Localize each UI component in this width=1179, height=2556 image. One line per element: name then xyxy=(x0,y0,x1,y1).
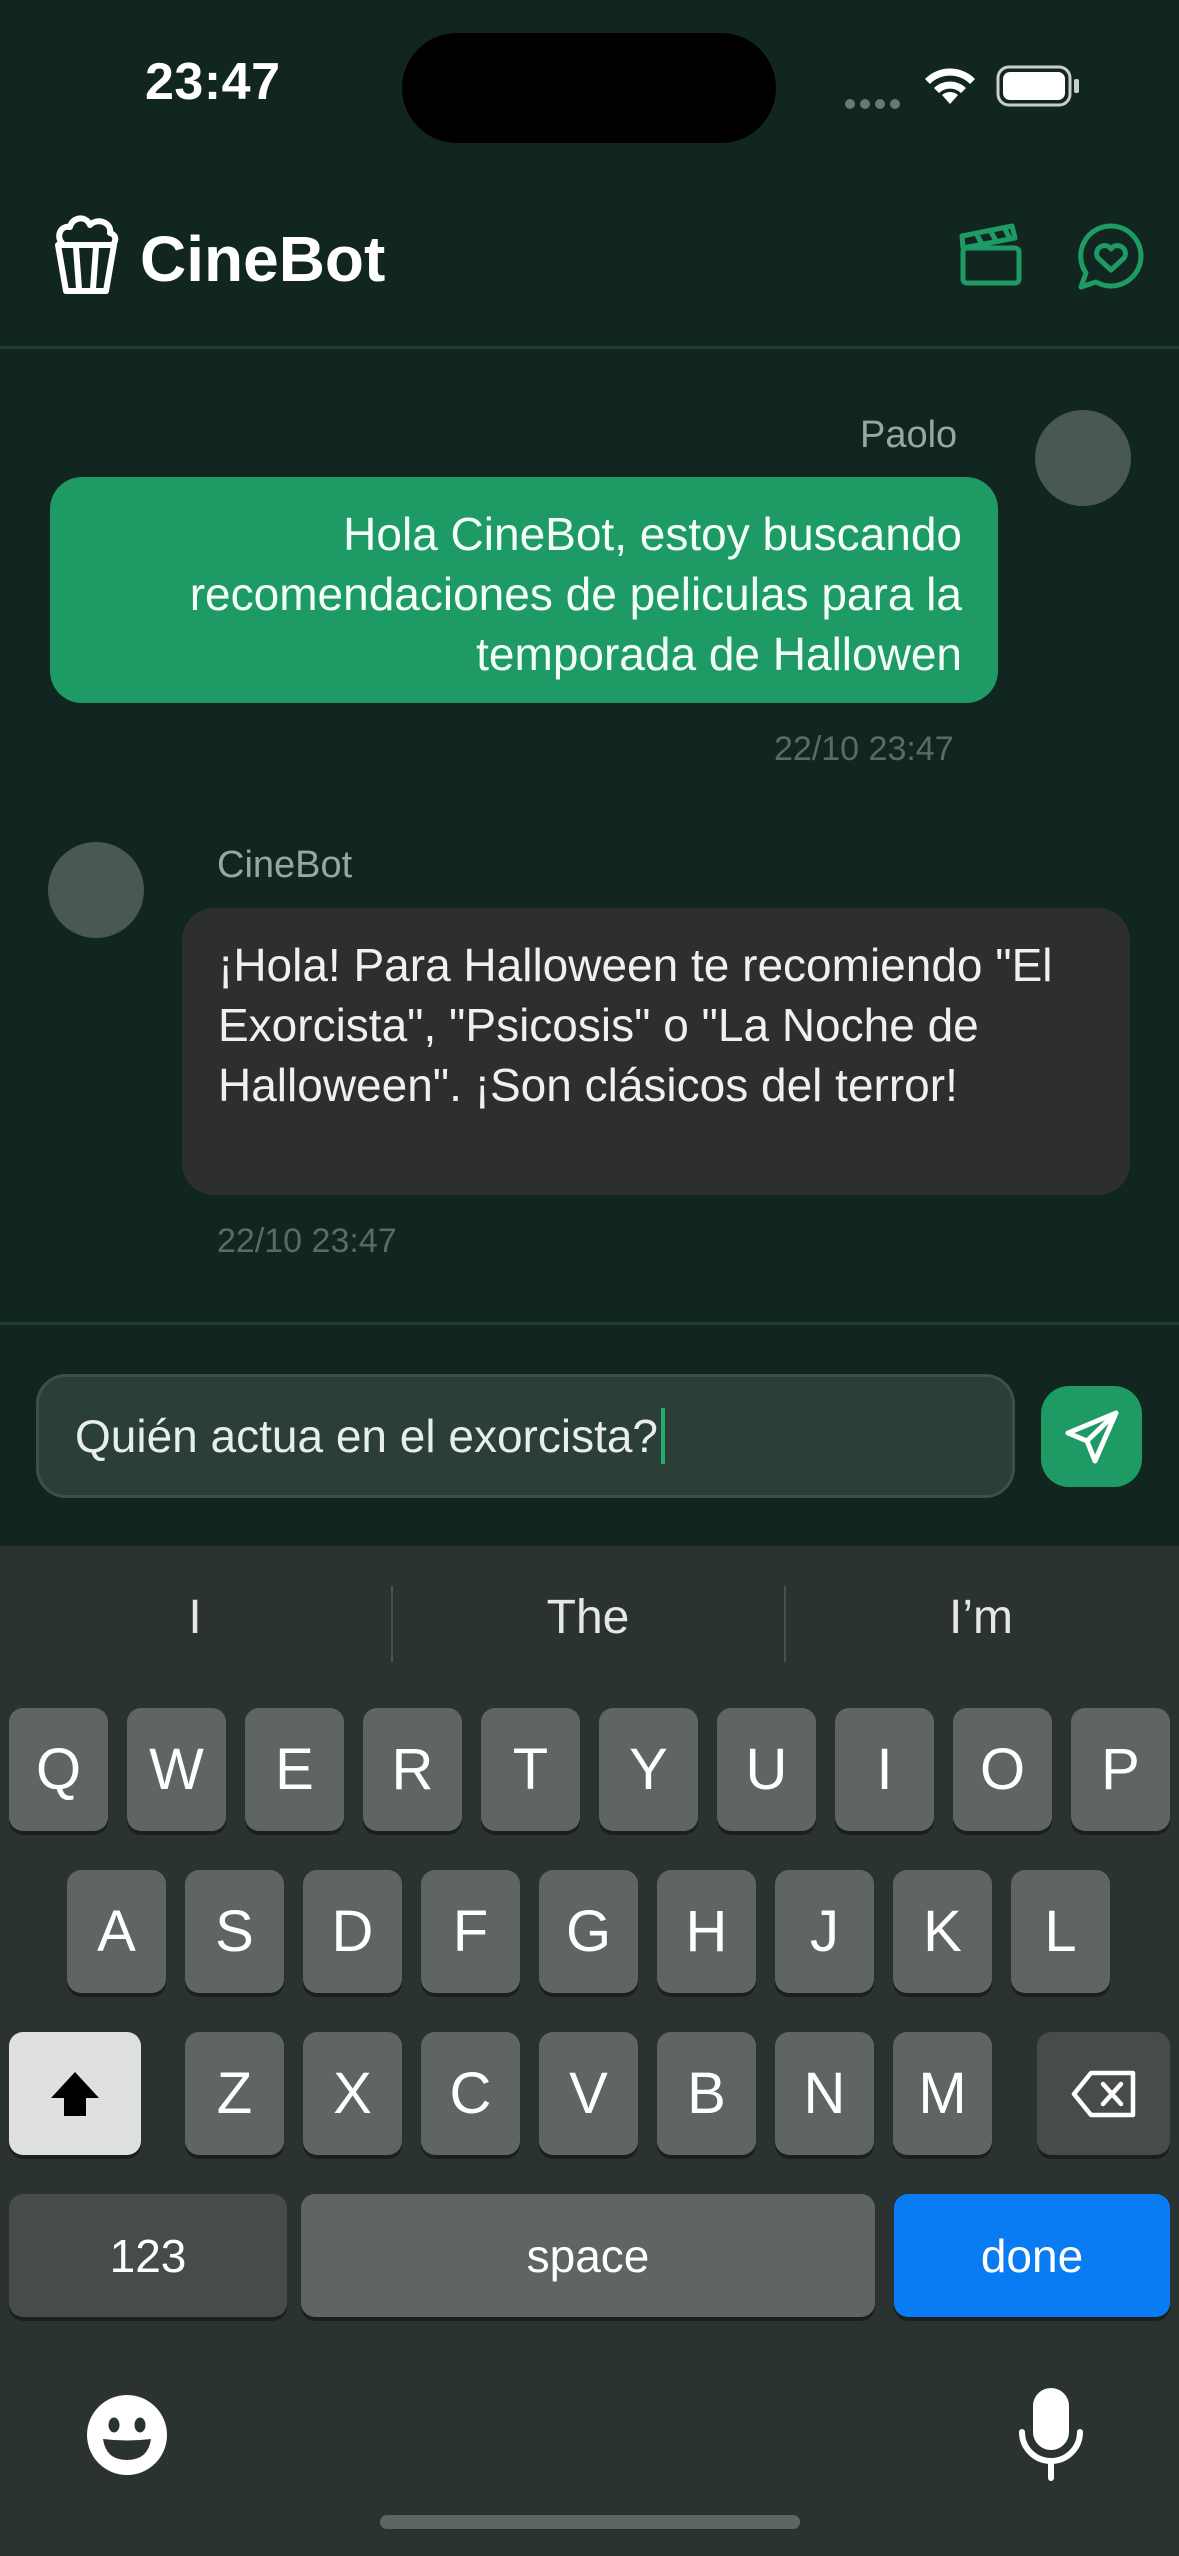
message-bubble-user: Hola CineBot, estoy buscando recomendaci… xyxy=(50,477,998,703)
send-icon xyxy=(1065,1410,1118,1463)
avatar-user xyxy=(1035,410,1131,506)
emoji-icon[interactable] xyxy=(86,2394,168,2481)
key-j[interactable]: J xyxy=(775,1870,874,1993)
key-c[interactable]: C xyxy=(421,2032,520,2155)
key-k[interactable]: K xyxy=(893,1870,992,1993)
composer-divider xyxy=(0,1322,1179,1325)
key-b[interactable]: B xyxy=(657,2032,756,2155)
chat-heart-icon[interactable] xyxy=(1076,222,1146,297)
key-a[interactable]: A xyxy=(67,1870,166,1993)
key-x[interactable]: X xyxy=(303,2032,402,2155)
shift-key[interactable] xyxy=(9,2032,141,2155)
key-u[interactable]: U xyxy=(717,1708,816,1831)
wifi-icon xyxy=(922,64,978,113)
key-s[interactable]: S xyxy=(185,1870,284,1993)
suggestion-2[interactable]: The xyxy=(393,1590,783,1645)
key-n[interactable]: N xyxy=(775,2032,874,2155)
key-y[interactable]: Y xyxy=(599,1708,698,1831)
send-button[interactable] xyxy=(1041,1386,1142,1487)
key-z[interactable]: Z xyxy=(185,2032,284,2155)
clapperboard-icon[interactable] xyxy=(958,222,1024,293)
key-w[interactable]: W xyxy=(127,1708,226,1831)
app-title: CineBot xyxy=(140,223,386,295)
key-l[interactable]: L xyxy=(1011,1870,1110,1993)
space-key[interactable]: space xyxy=(301,2194,875,2317)
message-timestamp-bot: 22/10 23:47 xyxy=(217,1222,397,1260)
key-i[interactable]: I xyxy=(835,1708,934,1831)
key-p[interactable]: P xyxy=(1071,1708,1170,1831)
cellular-signal-icon xyxy=(845,96,905,114)
key-g[interactable]: G xyxy=(539,1870,638,1993)
microphone-icon[interactable] xyxy=(1016,2388,1086,2487)
key-o[interactable]: O xyxy=(953,1708,1052,1831)
battery-icon xyxy=(996,64,1082,113)
key-h[interactable]: H xyxy=(657,1870,756,1993)
key-v[interactable]: V xyxy=(539,2032,638,2155)
backspace-key[interactable] xyxy=(1037,2032,1170,2155)
backspace-icon xyxy=(1071,2070,1135,2117)
key-m[interactable]: M xyxy=(893,2032,992,2155)
key-t[interactable]: T xyxy=(481,1708,580,1831)
message-sender-user: Paolo xyxy=(860,414,958,456)
numbers-key[interactable]: 123 xyxy=(9,2194,287,2317)
popcorn-icon xyxy=(52,215,120,300)
key-d[interactable]: D xyxy=(303,1870,402,1993)
text-caret xyxy=(661,1408,666,1464)
message-sender-bot: CineBot xyxy=(217,844,353,886)
suggestion-1[interactable]: I xyxy=(0,1590,390,1645)
key-q[interactable]: Q xyxy=(9,1708,108,1831)
done-key[interactable]: done xyxy=(894,2194,1170,2317)
home-indicator xyxy=(380,2515,800,2529)
key-f[interactable]: F xyxy=(421,1870,520,1993)
suggestion-3[interactable]: I’m xyxy=(786,1590,1176,1645)
avatar-bot xyxy=(48,842,144,938)
message-bubble-bot: ¡Hola! Para Halloween te recomiendo "El … xyxy=(182,908,1130,1195)
message-input-text: Quién actua en el exorcista? xyxy=(75,1410,659,1462)
status-time: 23:47 xyxy=(145,53,281,111)
key-r[interactable]: R xyxy=(363,1708,462,1831)
message-timestamp-user: 22/10 23:47 xyxy=(774,730,954,768)
dynamic-island xyxy=(402,33,776,143)
message-input[interactable]: Quién actua en el exorcista? xyxy=(36,1374,1015,1498)
shift-arrow-icon xyxy=(51,2071,99,2116)
header-divider xyxy=(0,346,1179,349)
key-e[interactable]: E xyxy=(245,1708,344,1831)
